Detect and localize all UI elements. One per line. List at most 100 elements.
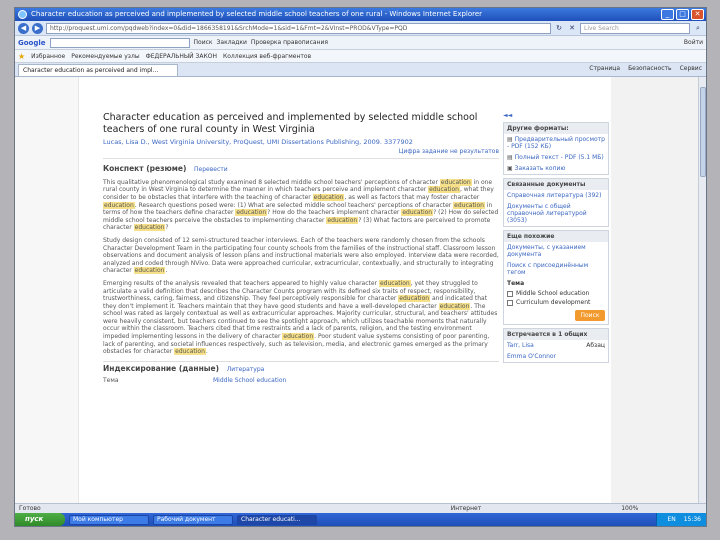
page-menu[interactable]: Страница (589, 65, 620, 72)
highlighted-term: education (398, 295, 431, 303)
abstract-paragraph: This qualitative phenomenological study … (103, 178, 499, 232)
highlighted-term: education (235, 209, 268, 217)
highlighted-term: education (438, 302, 471, 310)
forward-button[interactable]: ▶ (32, 22, 43, 34)
command-bar: Страница Безопасность Сервис (589, 65, 702, 72)
subject-checkbox-2[interactable]: Curriculum development (504, 298, 608, 307)
right-margin (611, 77, 698, 503)
live-search-input[interactable]: Live Search (580, 22, 690, 34)
more-heading: Еще похожие (504, 231, 608, 242)
highlighted-term: education (174, 348, 206, 356)
abstract-title: Конспект (резюме) (103, 164, 187, 174)
abstract-heading: Конспект (резюме) Перевести (103, 165, 499, 174)
format-preview-pdf[interactable]: ▤ Предварительный просмотр - PDF (152 КБ) (504, 134, 608, 152)
google-toolbar: Google Поиск Закладки Проверка правописа… (15, 36, 706, 50)
highlighted-term: education (282, 333, 315, 341)
back-button[interactable]: ◀ (18, 22, 29, 34)
more-link-2[interactable]: Поиск с присоединённым тегом (504, 260, 608, 278)
translate-link[interactable]: Перевести (194, 166, 228, 173)
paragraph-text: This qualitative phenomenological study … (103, 178, 440, 186)
pdf-icon: ▤ (507, 154, 513, 161)
taskbar-item-3[interactable]: Character educati... (237, 514, 317, 525)
paragraph-text: . Research questions posed were: (1) Wha… (134, 201, 454, 209)
authors-heading: Встречается в 1 общих (504, 329, 608, 340)
abstract-paragraph: Emerging results of the analysis reveale… (103, 279, 499, 356)
favorite-link-1[interactable]: Рекомендуемые узлы (71, 53, 139, 60)
abstract-paragraph: Study design consisted of 12 semi-struct… (103, 237, 499, 275)
checkbox-icon[interactable] (507, 299, 513, 306)
author-link-1[interactable]: Tarr, Lisa (507, 342, 534, 349)
right-sidebar: ◄◄ Другие форматы: ▤ Предварительный прос… (503, 112, 609, 363)
url-input[interactable]: http://proquest.umi.com/pqdweb?index=0&d… (46, 22, 551, 34)
favorite-link-3[interactable]: Коллекция веб-фрагментов (223, 53, 311, 60)
google-search-button[interactable]: Поиск (194, 39, 213, 46)
search-icon[interactable]: ⌕ (693, 23, 703, 33)
language-indicator[interactable]: EN (668, 516, 676, 523)
tab-active[interactable]: Character education as perceived and imp… (18, 64, 178, 76)
article-authors[interactable]: Lucas, Lisa D., West Virginia University… (103, 139, 499, 147)
paragraph-text: . (205, 348, 208, 356)
taskbar-item-1[interactable]: Мой компьютер (69, 514, 149, 525)
tab-row: Character education as perceived and imp… (15, 63, 706, 77)
sidebar-search-button[interactable]: Поиск (575, 310, 605, 321)
title-bar: Character education as perceived and imp… (15, 8, 706, 21)
favorites-bar: ★ Избранное Рекомендуемые узлы ФЕДЕРАЛЬН… (15, 50, 706, 63)
article-title: Character education as perceived and imp… (103, 112, 478, 135)
page-content: Character education as perceived and imp… (15, 77, 706, 503)
checkbox-icon[interactable] (507, 290, 513, 297)
vertical-scrollbar[interactable] (698, 77, 706, 503)
index-sub-link[interactable]: Литература (227, 366, 265, 373)
scrollbar-thumb[interactable] (700, 87, 706, 177)
more-link-1[interactable]: Документы, с указанием документа (504, 242, 608, 260)
tools-menu[interactable]: Сервис (680, 65, 702, 72)
close-button[interactable]: ✕ (691, 9, 704, 20)
sidebar-toggle[interactable]: ◄◄ (503, 112, 609, 119)
minimize-button[interactable]: _ (661, 9, 674, 20)
system-tray: EN 15:36 (655, 513, 706, 526)
taskbar-item-2[interactable]: Рабочий документ (153, 514, 233, 525)
maximize-button[interactable]: □ (676, 9, 689, 20)
highlighted-term: education (133, 267, 166, 275)
safety-menu[interactable]: Безопасность (628, 65, 672, 72)
highlighted-term: education (453, 201, 485, 209)
google-spellcheck-button[interactable]: Проверка правописания (251, 39, 328, 46)
index-value[interactable]: Middle School education (213, 377, 286, 385)
formats-box: Другие форматы: ▤ Предварительный просмот… (503, 122, 609, 175)
author-tag-1: Абзац (586, 342, 605, 349)
favorites-star-icon: ★ (18, 51, 26, 61)
start-button[interactable]: пуск (15, 513, 65, 526)
index-heading: Индексирование (данные) Литература (103, 360, 499, 374)
google-signin-button[interactable]: Войти (684, 39, 703, 46)
index-title: Индексирование (данные) (103, 363, 220, 373)
index-key: Тема (103, 377, 119, 385)
google-search-input[interactable] (49, 37, 190, 48)
highlighted-term: education (312, 193, 345, 201)
paragraph-text: ? How do the teachers implement characte… (267, 209, 402, 217)
highlighted-term: education (133, 224, 166, 232)
pdf-icon: ▤ (507, 136, 513, 143)
related-heading: Связанные документы (504, 179, 608, 190)
format-fulltext-pdf[interactable]: ▤ Полный текст - PDF (5.1 МБ) (504, 152, 608, 163)
more-like-box: Еще похожие Документы, с указанием докум… (503, 230, 609, 325)
paragraph-text: . (165, 267, 168, 275)
author-row: Tarr, Lisa Абзац (504, 340, 608, 351)
favorite-link-2[interactable]: ФЕДЕРАЛЬНЫЙ ЗАКОН (146, 53, 217, 60)
highlighted-term: education (401, 209, 434, 217)
google-bookmarks-button[interactable]: Закладки (217, 39, 247, 46)
subject-checkbox-1[interactable]: Middle School education (504, 289, 608, 298)
fulltext-link[interactable]: Цифра задание не результатов (103, 148, 499, 160)
highlighted-term: education (103, 201, 135, 209)
author-row: Emma O'Connor (504, 351, 608, 362)
favorites-button[interactable]: Избранное (31, 53, 65, 60)
cart-icon: ▣ (507, 165, 513, 172)
author-link-2[interactable]: Emma O'Connor (507, 353, 556, 360)
related-link-1[interactable]: Справочная литература (392) (504, 190, 608, 201)
refresh-icon[interactable]: ↻ (554, 23, 564, 33)
stop-icon[interactable]: ✕ (567, 23, 577, 33)
window-title: Character education as perceived and imp… (31, 10, 483, 18)
highlighted-term: education (439, 178, 472, 186)
related-link-2[interactable]: Документы с общей справочной литературой… (504, 201, 608, 226)
browser-window: Character education as perceived and imp… (14, 7, 707, 527)
format-order-copy[interactable]: ▣ Заказать копию (504, 163, 608, 174)
related-box: Связанные документы Справочная литератур… (503, 178, 609, 227)
